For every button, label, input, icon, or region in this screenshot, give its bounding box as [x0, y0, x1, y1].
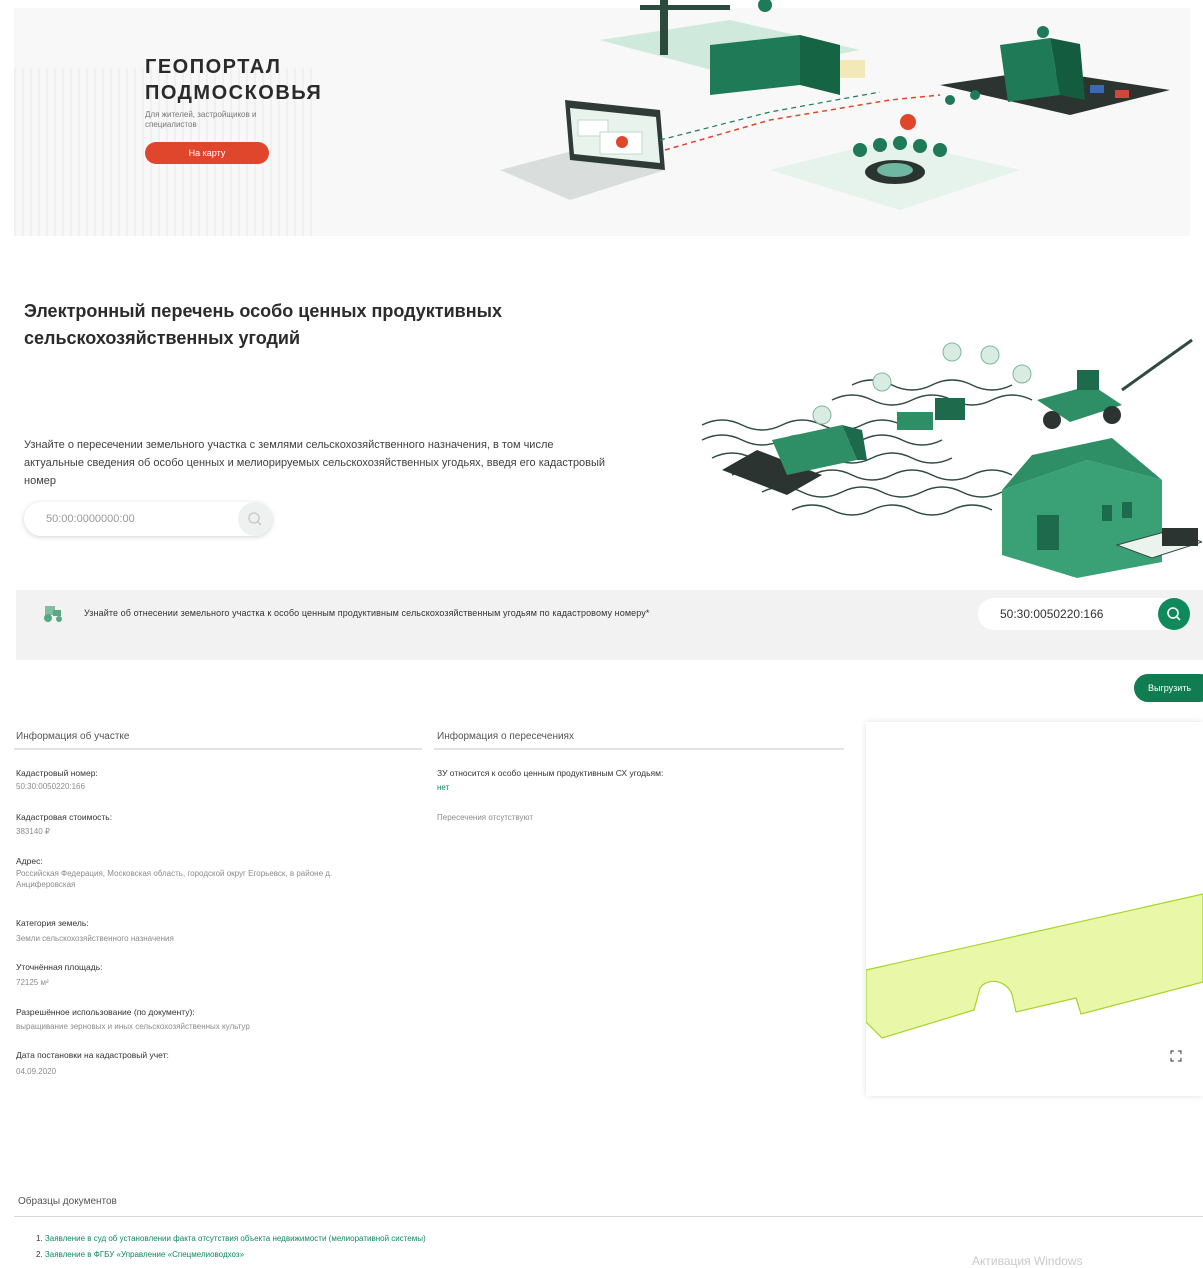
search-icon [248, 512, 262, 526]
section-title: Электронный перечень особо ценных продук… [24, 301, 502, 348]
doc-title: Заявление в ФГБУ «Управление «Спецмелиов… [44, 1250, 245, 1259]
farm-illustration [701, 338, 1202, 578]
intersections-label: ЗУ относится к особо ценным продуктивным… [437, 768, 664, 778]
intersections-heading: Информация о пересечениях [437, 731, 574, 742]
cadastral-search-button[interactable] [238, 502, 272, 536]
query-search [978, 598, 1190, 630]
plot-info-divider [14, 748, 422, 750]
to-map-button[interactable]: На карту [145, 142, 269, 164]
intersections-note: Пересечения отсутствуют [437, 813, 533, 822]
field-value-address: Российская Федерация, Московская область… [16, 869, 333, 889]
field-label-usage: Разрешённое использование (по документу)… [16, 1007, 195, 1017]
field-value-area: 72125 м² [16, 978, 49, 987]
cadastral-search [24, 502, 272, 536]
intersections-divider [434, 748, 844, 750]
field-value-date: 04.09.2020 [16, 1067, 57, 1076]
land-plot-polygon [866, 893, 1203, 1039]
windows-activation-watermark: Активация Windows [972, 1254, 1083, 1268]
plot-info-heading: Информация об участке [16, 731, 130, 742]
field-label-address: Адрес: [16, 856, 43, 866]
field-label-category: Категория земель: [16, 918, 89, 928]
field-value-category: Земли сельскохозяйственного назначения [16, 934, 174, 943]
field-value-cost: 383140 ₽ [16, 827, 51, 836]
doc-title: Заявление в суд об установлении факта от… [44, 1234, 426, 1243]
map-view[interactable] [866, 722, 1203, 1096]
field-label-cost: Кадастровая стоимость: [16, 812, 113, 822]
field-label-cadastral: Кадастровый номер: [16, 768, 98, 778]
search-icon [1167, 607, 1181, 621]
fullscreen-icon [1170, 1050, 1182, 1062]
field-value-usage: выращивание зерновых и иных сельскохозяй… [16, 1022, 250, 1031]
field-label-date: Дата постановки на кадастровый учет: [16, 1050, 169, 1060]
hero-illustration [500, 0, 1170, 210]
field-value-cadastral: 50:30:0050220:166 [16, 782, 85, 791]
query-bar-text: Узнайте об отнесении земельного участка … [84, 608, 650, 618]
tractor-icon [44, 606, 62, 622]
query-search-input[interactable] [1000, 598, 1150, 630]
doc-number: 2. [36, 1250, 43, 1259]
intersections-value: нет [437, 783, 450, 792]
doc-link[interactable]: 1. Заявление в суд об установлении факта… [36, 1234, 426, 1243]
docs-heading: Образцы документов [18, 1196, 117, 1207]
doc-link[interactable]: 2. Заявление в ФГБУ «Управление «Спецмел… [36, 1250, 244, 1259]
hero-subtitle: Для жителей, застройщиков и специалистов [145, 110, 257, 129]
query-search-button[interactable] [1158, 598, 1190, 630]
doc-number: 1. [36, 1234, 43, 1243]
fullscreen-button[interactable] [1160, 1040, 1192, 1072]
hero-title: ГЕОПОРТАЛ ПОДМОСКОВЬЯ [145, 56, 323, 104]
docs-divider [14, 1216, 1203, 1217]
section-description: Узнайте о пересечении земельного участка… [24, 439, 606, 487]
field-label-area: Уточнённая площадь: [16, 962, 103, 972]
cadastral-search-input[interactable] [46, 502, 236, 536]
export-button[interactable]: Выгрузить [1134, 674, 1203, 702]
